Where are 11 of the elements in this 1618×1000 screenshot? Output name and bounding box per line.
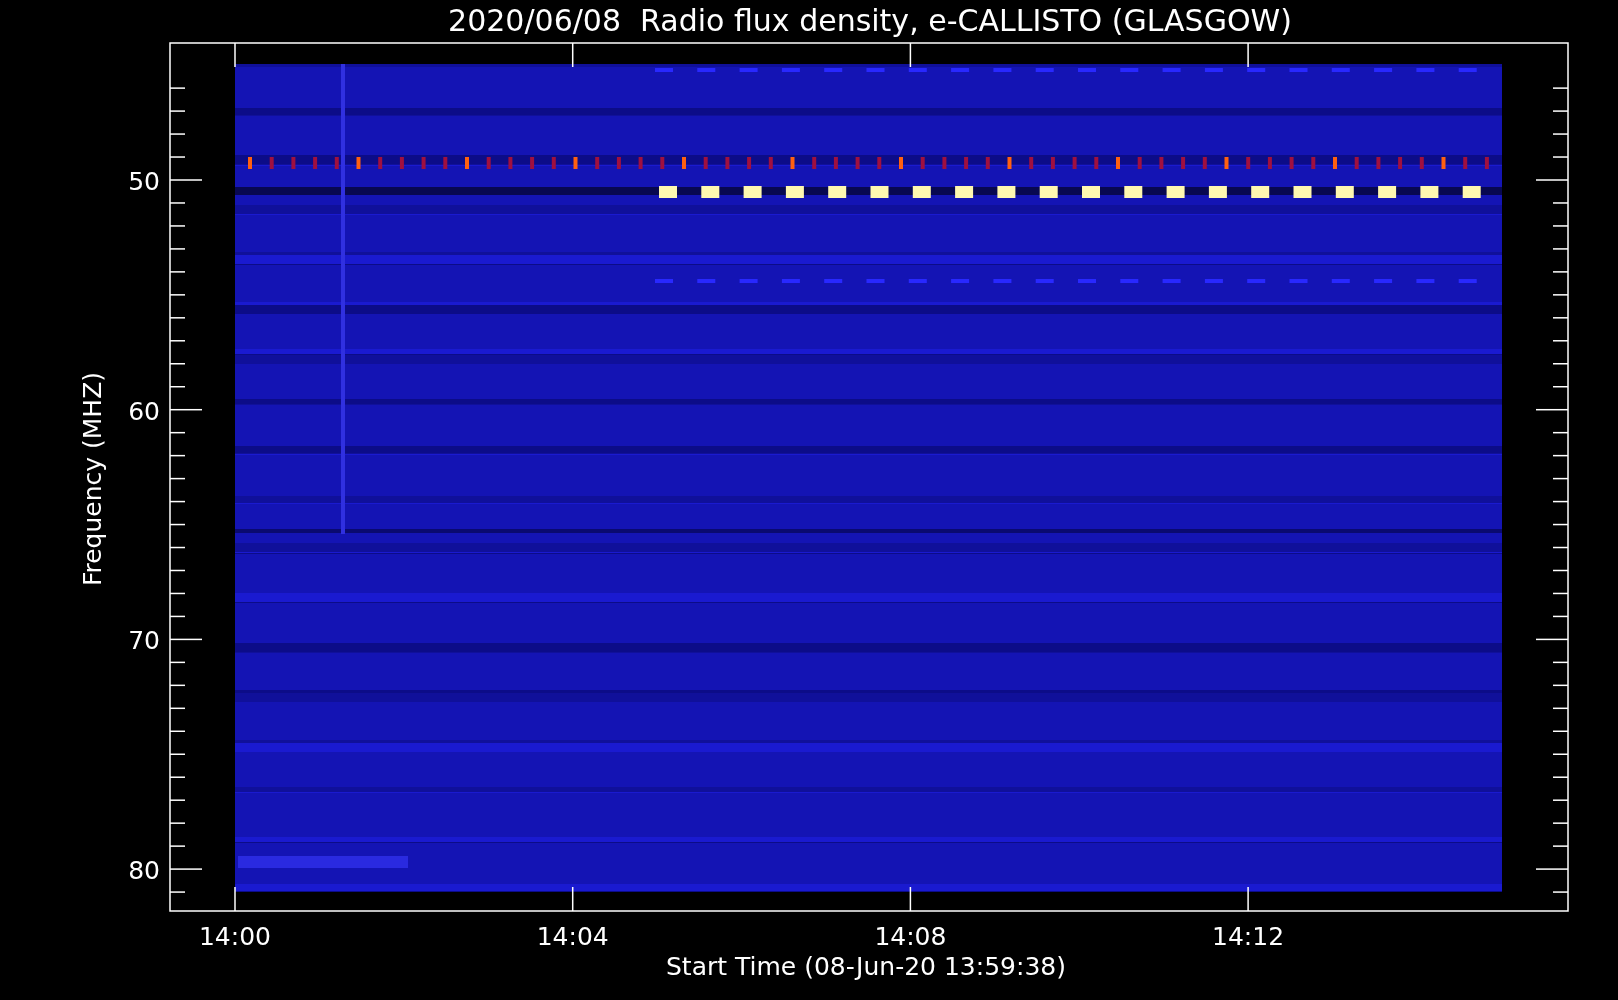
y-axis-label: Frequency (MHZ) bbox=[78, 371, 107, 587]
x-tick-label: 14:12 bbox=[1212, 922, 1285, 951]
y-tick-label: 70 bbox=[128, 626, 160, 656]
x-tick-label: 14:00 bbox=[199, 922, 271, 951]
x-tick-label: 14:08 bbox=[874, 922, 947, 951]
x-tick-label: 14:04 bbox=[536, 922, 609, 951]
plot-title: 2020/06/08 Radio flux density, e-CALLISTO (GLASGOW) bbox=[448, 3, 1292, 38]
x-axis-label: Start Time (08-Jun-20 13:59:38) bbox=[666, 952, 1066, 981]
y-tick-label: 80 bbox=[128, 856, 160, 886]
y-tick-label: 60 bbox=[128, 396, 160, 426]
y-tick-label: 50 bbox=[128, 167, 160, 196]
